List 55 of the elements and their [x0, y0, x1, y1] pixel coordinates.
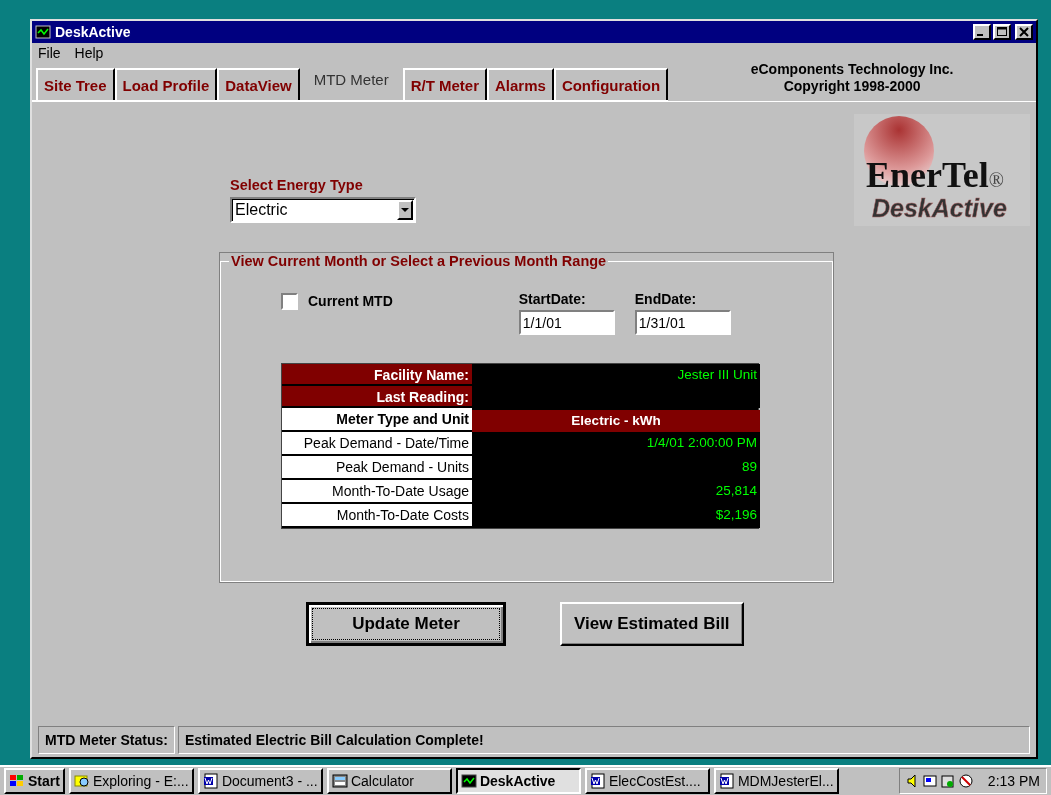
- taskbar-button[interactable]: Calculator: [326, 768, 452, 794]
- minimize-button[interactable]: [973, 24, 991, 40]
- menu-item[interactable]: File: [38, 45, 61, 61]
- taskbar-button[interactable]: Document3 - ...: [197, 768, 323, 794]
- group-title: View Current Month or Select a Previous Month Range: [230, 253, 608, 269]
- status-message: Estimated Electric Bill Calculation Complete!: [177, 726, 1030, 754]
- maximize-button[interactable]: [993, 24, 1011, 40]
- calculator-icon: [331, 773, 348, 789]
- energy-type-dropdown[interactable]: Electric: [230, 197, 416, 223]
- close-icon: [1019, 27, 1029, 37]
- tab[interactable]: DataView: [217, 68, 300, 100]
- tab[interactable]: Load Profile: [114, 68, 218, 100]
- clock: 2:13 PM: [987, 773, 1040, 789]
- table-label: Month-To-Date Costs: [282, 504, 472, 528]
- close-button[interactable]: [1015, 24, 1033, 40]
- current-mtd-checkbox[interactable]: Current MTD: [281, 291, 393, 311]
- company-text: eComponents Technology Inc.: [749, 61, 955, 78]
- menu-item[interactable]: Help: [74, 45, 104, 61]
- taskbar-button[interactable]: ElecCostEst....: [584, 768, 710, 794]
- taskbar-button[interactable]: MDMJesterEl...: [713, 768, 839, 794]
- company-text: Copyright 1998-2000: [782, 78, 922, 95]
- action-button[interactable]: View Estimated Bill: [560, 602, 744, 646]
- table-label: Facility Name:: [282, 364, 472, 386]
- chart-window-icon: [460, 773, 477, 789]
- table-label: Last Reading:: [282, 386, 472, 408]
- tab[interactable]: R/T Meter: [402, 68, 487, 100]
- app-icon: [35, 24, 51, 40]
- field-label: EndDate:: [634, 291, 698, 307]
- window-title: DeskActive: [55, 24, 132, 40]
- taskbar-button[interactable]: DeskActive: [455, 768, 581, 794]
- document-icon: [718, 773, 735, 789]
- table-label: Meter Type and Unit: [282, 408, 472, 432]
- start-date-field[interactable]: 1/1/01: [518, 310, 615, 335]
- tab[interactable]: Site Tree: [36, 68, 115, 100]
- document-icon: [202, 773, 219, 789]
- field-label: Select Energy Type: [230, 177, 364, 193]
- tab[interactable]: Alarms: [487, 68, 554, 100]
- minimize-icon: [977, 34, 983, 36]
- table-label: Peak Demand - Units: [282, 456, 472, 480]
- end-date-field[interactable]: 1/31/01: [634, 310, 731, 335]
- start-button[interactable]: Start: [4, 768, 65, 794]
- tab[interactable]: Configuration: [553, 68, 669, 100]
- folder-magnifier-icon: [73, 773, 90, 789]
- logo: EnerTel® DeskActive: [854, 114, 1030, 226]
- status-label: MTD Meter Status:: [38, 726, 175, 754]
- document-icon: [589, 773, 606, 789]
- maximize-icon: [997, 27, 1007, 37]
- field-label: StartDate:: [518, 291, 587, 307]
- table-value: Electric - kWh: [472, 410, 760, 432]
- table-label: Peak Demand - Date/Time: [282, 432, 472, 456]
- tray-icons[interactable]: [905, 773, 976, 789]
- taskbar-button[interactable]: Exploring - E:...: [68, 768, 194, 794]
- table-label: Month-To-Date Usage: [282, 480, 472, 504]
- windows-flag-icon: [9, 774, 25, 788]
- action-button[interactable]: Update Meter: [306, 602, 506, 646]
